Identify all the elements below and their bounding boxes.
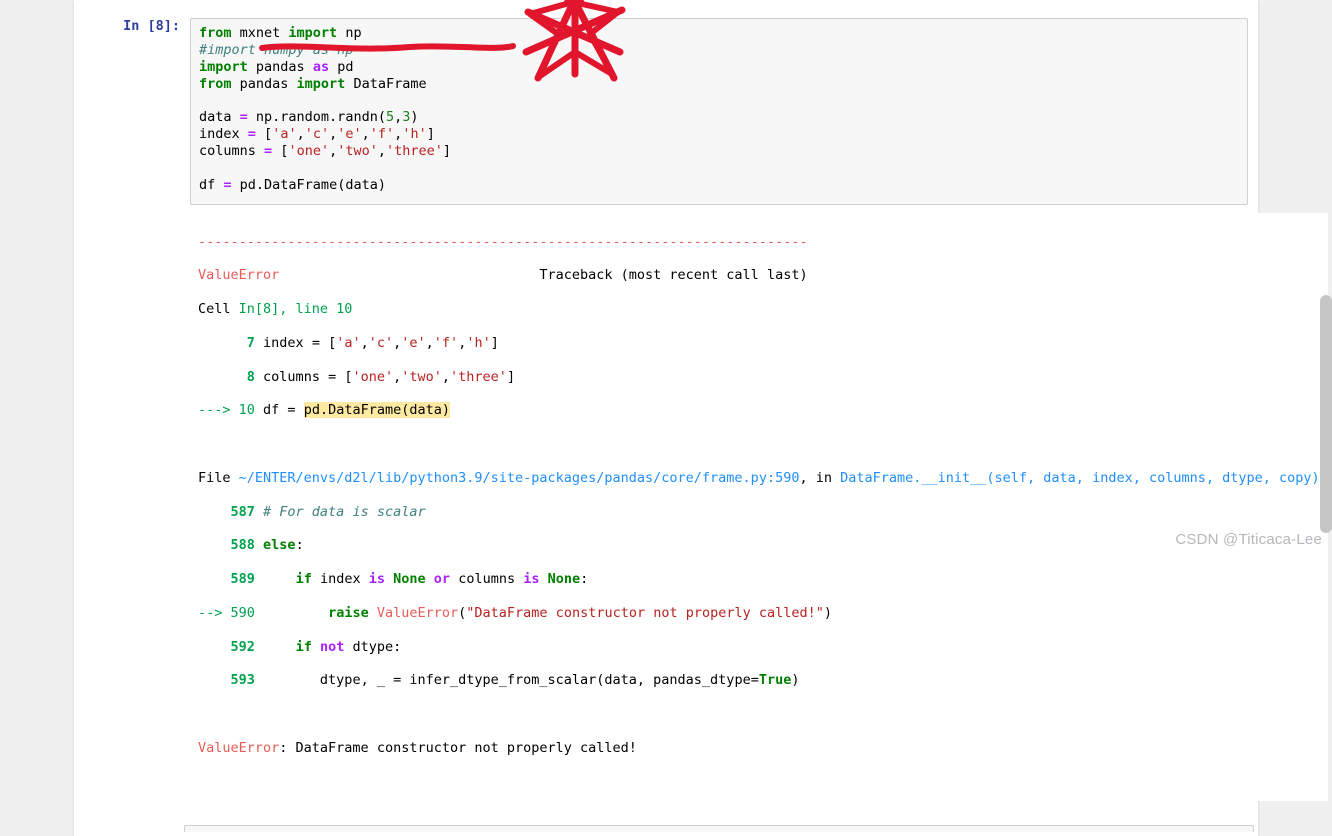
tb-line: 8 columns = ['one','two','three'] (198, 369, 1320, 386)
tb-line: 589 if index is None or columns is None: (198, 571, 1320, 588)
tb-line: Cell In[8], line 10 (198, 301, 1320, 318)
code-line: #import numpy as np (199, 42, 1239, 59)
tb-line: 7 index = ['a','c','e','f','h'] (198, 335, 1320, 352)
page-root: In [8]: from mxnet import np #import num… (0, 0, 1332, 556)
scrollbar-thumb[interactable] (1320, 295, 1332, 533)
code-line: data = np.random.randn(5,3) (199, 109, 1239, 126)
code-line: columns = ['one','two','three'] (199, 143, 1239, 160)
tb-line: ValueError: DataFrame constructor not pr… (198, 740, 1320, 757)
code-line: import pandas as pd (199, 59, 1239, 76)
watermark: CSDN @Titicaca-Lee (1175, 531, 1322, 550)
input-prompt: In [8]: (84, 18, 190, 205)
code-cell[interactable]: In [8]: from mxnet import np #import num… (78, 12, 1254, 211)
tb-line: ----------------------------------------… (198, 234, 1320, 251)
tb-line: ValueError Traceback (most recent call l… (198, 267, 1320, 284)
tb-line: 592 if not dtype: (198, 639, 1320, 656)
output-prompt (84, 213, 190, 801)
tb-line: 588 else: (198, 537, 1320, 554)
code-line: df = pd.DataFrame(data) (199, 177, 1239, 194)
tb-line: 587 # For data is scalar (198, 504, 1320, 521)
next-cell-hint (78, 825, 1254, 832)
code-line: from mxnet import np (199, 25, 1239, 42)
code-line: from pandas import DataFrame (199, 76, 1239, 93)
tb-line (198, 706, 1320, 723)
tb-line: 593 dtype, _ = infer_dtype_from_scalar(d… (198, 672, 1320, 689)
code-line: index = ['a','c','e','f','h'] (199, 126, 1239, 143)
tb-line: File ~/ENTER/envs/d2l/lib/python3.9/site… (198, 470, 1320, 487)
traceback-output[interactable]: ----------------------------------------… (190, 213, 1328, 801)
notebook-container: In [8]: from mxnet import np #import num… (74, 0, 1258, 836)
code-line (199, 160, 1239, 177)
tb-line (198, 436, 1320, 453)
output-cell: ----------------------------------------… (78, 211, 1254, 807)
code-input-area[interactable]: from mxnet import np #import numpy as np… (190, 18, 1248, 205)
tb-line: --> 590 raise ValueError("DataFrame cons… (198, 605, 1320, 622)
code-line (199, 93, 1239, 110)
next-input-area[interactable] (184, 825, 1254, 832)
tb-line: ---> 10 df = pd.DataFrame(data) (198, 402, 1320, 419)
